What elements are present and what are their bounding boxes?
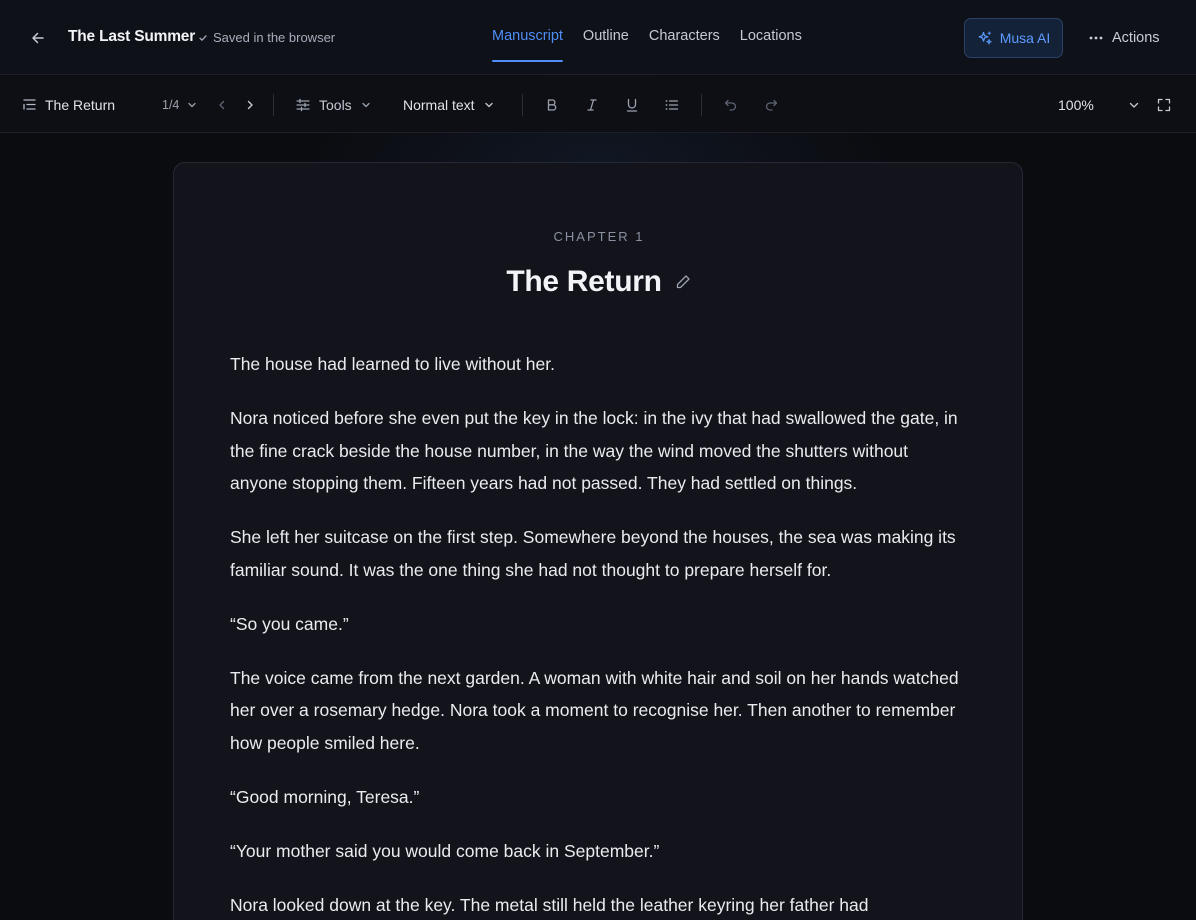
previous-chapter-button[interactable] <box>216 76 228 133</box>
sliders-icon <box>295 97 311 113</box>
undo-icon <box>723 97 739 113</box>
paragraph: Nora noticed before she even put the key… <box>230 408 958 493</box>
paragraph: She left her suitcase on the first step.… <box>230 527 956 580</box>
pencil-icon[interactable] <box>674 273 692 291</box>
fullscreen-button[interactable] <box>1156 76 1172 133</box>
text-style-dropdown[interactable]: Normal text <box>403 76 494 133</box>
paragraph: “Good morning, Teresa.” <box>230 786 420 807</box>
paragraph: Nora looked down at the key. The metal s… <box>230 894 869 915</box>
chevron-left-icon <box>216 99 228 111</box>
toolbar-divider <box>701 94 702 116</box>
save-status: Saved in the browser <box>198 30 335 45</box>
tab-characters[interactable]: Characters <box>649 0 720 62</box>
arrow-left-icon <box>30 30 46 46</box>
tools-dropdown[interactable]: Tools <box>295 76 371 133</box>
outline-list-icon <box>22 97 37 112</box>
next-chapter-button[interactable] <box>244 76 256 133</box>
musa-ai-button[interactable]: Musa AI <box>964 18 1063 58</box>
sparkles-icon <box>977 30 993 46</box>
bullet-list-button[interactable] <box>664 76 680 133</box>
document-title[interactable]: The Last Summer <box>68 28 195 46</box>
underline-button[interactable] <box>624 76 640 133</box>
chapter-position: 1/4 <box>162 97 180 112</box>
toolbar-divider <box>522 94 523 116</box>
tools-label: Tools <box>319 96 352 113</box>
manuscript-page: CHAPTER 1 The Return The house had learn… <box>173 162 1023 920</box>
actions-button[interactable]: Actions <box>1082 18 1172 58</box>
top-bar: The Last Summer Saved in the browser Man… <box>0 0 1196 75</box>
bold-icon <box>544 97 560 113</box>
italic-icon <box>584 97 600 113</box>
list-icon <box>664 97 680 113</box>
chapter-title-row: The Return <box>174 265 1024 299</box>
redo-button[interactable] <box>763 76 779 133</box>
chapter-body[interactable]: The house had learned to live without he… <box>230 348 970 920</box>
paragraph: The house had learned to live without he… <box>230 354 555 374</box>
tab-outline[interactable]: Outline <box>583 0 629 62</box>
paragraph: “Your mother said you would come back in… <box>230 840 660 861</box>
chevron-down-icon <box>1128 99 1140 111</box>
chapter-label: CHAPTER 1 <box>553 229 645 244</box>
chevron-down-icon <box>361 100 371 110</box>
expand-icon <box>1156 97 1172 113</box>
chapter-selector-label: The Return <box>45 96 116 113</box>
chevron-right-icon <box>244 99 256 111</box>
more-horizontal-icon <box>1088 30 1104 46</box>
redo-icon <box>763 97 779 113</box>
undo-button[interactable] <box>723 76 739 133</box>
italic-button[interactable] <box>584 76 600 133</box>
underline-icon <box>624 97 640 113</box>
zoom-value: 100% <box>1058 96 1094 113</box>
chevron-down-icon <box>187 100 197 110</box>
editor-toolbar: The Return 1/4 Tools Normal text 100% <box>0 76 1196 133</box>
actions-label: Actions <box>1112 30 1160 46</box>
chapter-title[interactable]: The Return <box>506 265 662 299</box>
tab-locations[interactable]: Locations <box>740 0 802 62</box>
musa-ai-label: Musa AI <box>999 30 1051 46</box>
check-icon <box>198 33 208 43</box>
toolbar-divider <box>273 94 274 116</box>
chapter-position-dropdown[interactable]: 1/4 <box>162 76 197 133</box>
tab-manuscript[interactable]: Manuscript <box>492 0 563 62</box>
zoom-dropdown[interactable]: 100% <box>1058 76 1140 133</box>
back-button[interactable] <box>24 24 52 52</box>
paragraph: The voice came from the next garden. A w… <box>230 667 959 753</box>
text-style-value: Normal text <box>403 96 475 113</box>
paragraph: “So you came.” <box>230 613 349 634</box>
bold-button[interactable] <box>544 76 560 133</box>
save-status-text: Saved in the browser <box>213 30 336 45</box>
nav-tabs: Manuscript Outline Characters Locations <box>492 0 802 75</box>
chevron-down-icon <box>484 100 494 110</box>
chapter-selector[interactable]: The Return <box>22 76 115 133</box>
